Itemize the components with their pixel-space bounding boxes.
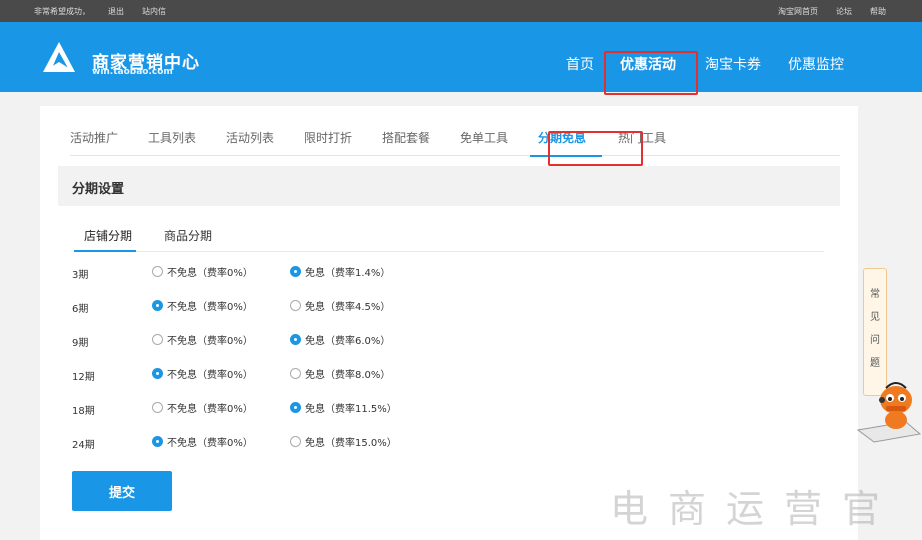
tab-activity-promo[interactable]: 活动推广: [70, 129, 118, 146]
option-no-free-interest[interactable]: 不免息（费率0%）: [152, 434, 253, 449]
settings-title: 分期设置: [72, 182, 125, 197]
top-utility-bar: 非常希望成功， 退出 站内信 淘宝网首页 论坛 帮助: [0, 0, 922, 22]
tab-activity-list[interactable]: 活动列表: [226, 129, 274, 146]
faq-char: 题: [870, 358, 880, 369]
radio-button[interactable]: [290, 368, 301, 379]
option-free-interest[interactable]: 免息（费率8.0%）: [290, 366, 390, 381]
option-label: 不免息（费率0%）: [167, 268, 253, 279]
forum-link[interactable]: 论坛: [836, 6, 852, 17]
radio-button[interactable]: [152, 300, 163, 311]
period-label: 24期: [72, 440, 95, 451]
period-label: 18期: [72, 406, 95, 417]
main-panel: 活动推广 工具列表 活动列表 限时打折 搭配套餐 免单工具 分期免息 热门工具 …: [40, 106, 858, 540]
brand-domain: win.taobao.com: [92, 67, 173, 77]
option-free-interest[interactable]: 免息（费率6.0%）: [290, 332, 390, 347]
radio-button[interactable]: [152, 334, 163, 345]
radio-button[interactable]: [290, 402, 301, 413]
radio-button[interactable]: [152, 368, 163, 379]
option-label: 免息（费率6.0%）: [305, 336, 391, 347]
option-label: 不免息（费率0%）: [167, 404, 253, 415]
installment-row: 18期 不免息（费率0%） 免息（费率11.5%）: [72, 398, 772, 418]
tab-flash-discount[interactable]: 限时打折: [304, 129, 352, 146]
option-no-free-interest[interactable]: 不免息（费率0%）: [152, 298, 253, 313]
option-no-free-interest[interactable]: 不免息（费率0%）: [152, 366, 253, 381]
radio-button[interactable]: [152, 402, 163, 413]
tab-highlight-box: [548, 131, 643, 166]
option-label: 免息（费率1.4%）: [305, 268, 391, 279]
inbox-link[interactable]: 站内信: [142, 6, 166, 17]
radio-button[interactable]: [290, 300, 301, 311]
option-label: 免息（费率8.0%）: [305, 370, 391, 381]
nav-home[interactable]: 首页: [566, 54, 594, 74]
tab-bundle[interactable]: 搭配套餐: [382, 129, 430, 146]
subtabs: 店铺分期 商品分期: [74, 216, 824, 252]
period-label: 9期: [72, 338, 89, 349]
faq-char: 见: [870, 312, 880, 323]
subtab-underline: [74, 250, 136, 252]
option-label: 免息（费率15.0%）: [305, 438, 397, 449]
faq-char: 问: [870, 335, 880, 346]
tool-tabs: 活动推广 工具列表 活动列表 限时打折 搭配套餐 免单工具 分期免息 热门工具: [70, 126, 840, 166]
installment-row: 3期 不免息（费率0%） 免息（费率1.4%）: [72, 262, 772, 282]
radio-button[interactable]: [290, 266, 301, 277]
option-label: 不免息（费率0%）: [167, 370, 253, 381]
option-free-interest[interactable]: 免息（费率1.4%）: [290, 264, 390, 279]
nav-coupons[interactable]: 淘宝卡券: [705, 54, 761, 74]
settings-header: 分期设置: [58, 166, 840, 206]
option-label: 免息（费率11.5%）: [305, 404, 397, 415]
mascot-icon: [856, 382, 922, 443]
installment-row: 6期 不免息（费率0%） 免息（费率4.5%）: [72, 296, 772, 316]
period-label: 12期: [72, 372, 95, 383]
option-label: 不免息（费率0%）: [167, 336, 253, 347]
option-no-free-interest[interactable]: 不免息（费率0%）: [152, 332, 253, 347]
logout-link[interactable]: 退出: [108, 6, 124, 17]
subtab-product[interactable]: 商品分期: [164, 227, 212, 244]
option-no-free-interest[interactable]: 不免息（费率0%）: [152, 400, 253, 415]
tab-tool-list[interactable]: 工具列表: [148, 129, 196, 146]
submit-button[interactable]: 提交: [72, 471, 172, 511]
option-label: 免息（费率4.5%）: [305, 302, 391, 313]
option-no-free-interest[interactable]: 不免息（费率0%）: [152, 264, 253, 279]
option-free-interest[interactable]: 免息（费率4.5%）: [290, 298, 390, 313]
radio-button[interactable]: [152, 436, 163, 447]
nav-highlight-box: [604, 51, 698, 95]
installment-row: 24期 不免息（费率0%） 免息（费率15.0%）: [72, 432, 772, 452]
installment-row: 12期 不免息（费率0%） 免息（费率8.0%）: [72, 364, 772, 384]
site-header: 商家营销中心 win.taobao.com 首页 优惠活动 淘宝卡券 优惠监控: [0, 22, 922, 95]
period-label: 3期: [72, 270, 89, 281]
subtab-store[interactable]: 店铺分期: [84, 227, 132, 244]
radio-button[interactable]: [290, 436, 301, 447]
radio-button[interactable]: [290, 334, 301, 345]
tab-free-order[interactable]: 免单工具: [460, 129, 508, 146]
nav-monitor[interactable]: 优惠监控: [788, 54, 844, 74]
option-free-interest[interactable]: 免息（费率11.5%）: [290, 400, 397, 415]
logo-icon[interactable]: [42, 40, 76, 74]
help-link[interactable]: 帮助: [870, 6, 886, 17]
watermark-text: 电商运营官: [610, 487, 901, 531]
faq-char: 常: [870, 289, 880, 300]
period-label: 6期: [72, 304, 89, 315]
option-label: 不免息（费率0%）: [167, 302, 253, 313]
option-free-interest[interactable]: 免息（费率15.0%）: [290, 434, 397, 449]
option-label: 不免息（费率0%）: [167, 438, 253, 449]
installment-row: 9期 不免息（费率0%） 免息（费率6.0%）: [72, 330, 772, 350]
welcome-text: 非常希望成功，: [34, 7, 90, 16]
radio-button[interactable]: [152, 266, 163, 277]
taobao-home-link[interactable]: 淘宝网首页: [778, 6, 818, 17]
